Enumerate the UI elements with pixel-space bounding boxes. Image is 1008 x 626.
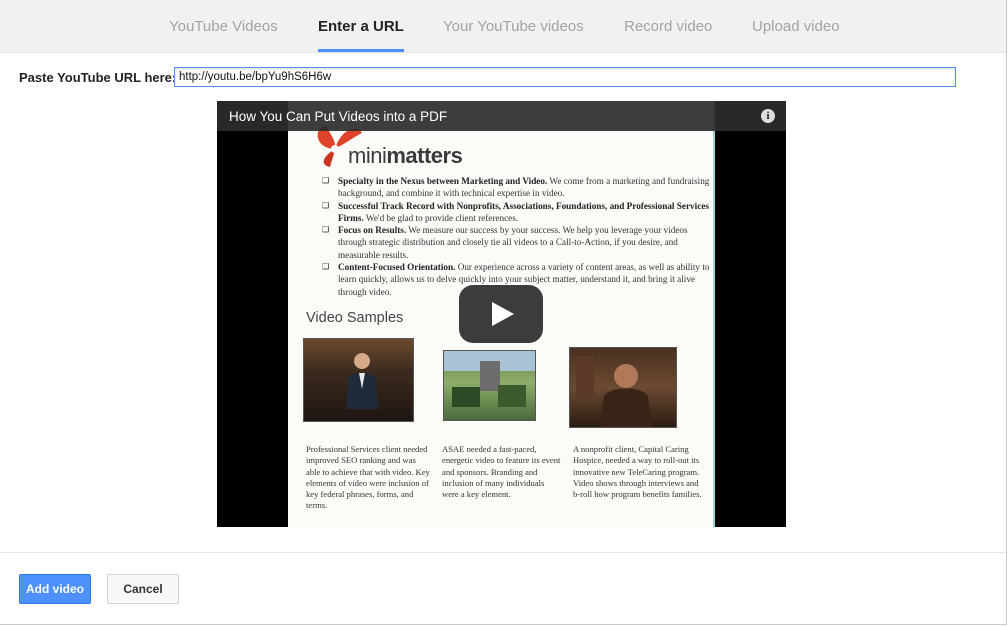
footer-divider (0, 552, 1006, 553)
list-item: Focus on Results. We measure our success… (322, 224, 712, 261)
video-title[interactable]: How You Can Put Videos into a PDF (229, 109, 447, 124)
presenter-figure (346, 353, 378, 409)
logo-wordmark: minimatters (348, 143, 463, 168)
page-edge (713, 101, 715, 527)
video-preview-player[interactable]: minimatters Specialty in the Nexus betwe… (217, 101, 786, 527)
video-title-bar: How You Can Put Videos into a PDF i (217, 101, 786, 131)
youtube-url-input[interactable] (174, 67, 956, 87)
sample-thumbnail-professional-services (303, 338, 414, 422)
sample-caption-3: A nonprofit client, Capital Caring Hospi… (573, 444, 702, 500)
cancel-button[interactable]: Cancel (107, 574, 179, 604)
sample-thumbnail-capital-caring (569, 347, 677, 428)
info-icon[interactable]: i (761, 109, 775, 123)
url-field-label: Paste YouTube URL here: (19, 70, 177, 85)
sample-caption-2: ASAE needed a fast-paced, energetic vide… (442, 444, 561, 500)
bullet-list: Specialty in the Nexus between Marketing… (322, 175, 712, 298)
list-item: Specialty in the Nexus between Marketing… (322, 175, 712, 200)
insert-video-dialog: YouTube Videos Enter a URL Your YouTube … (0, 0, 1007, 625)
tab-youtube-videos[interactable]: YouTube Videos (169, 0, 278, 52)
list-item: Successful Track Record with Nonprofits,… (322, 200, 712, 225)
interview-scene (576, 356, 652, 427)
sample-thumbnail-asae (443, 350, 536, 421)
tab-upload-video[interactable]: Upload video (752, 0, 840, 52)
building-scene (444, 351, 535, 407)
add-video-button[interactable]: Add video (19, 574, 91, 604)
tab-bar: YouTube Videos Enter a URL Your YouTube … (0, 0, 1006, 53)
tab-enter-a-url[interactable]: Enter a URL (318, 0, 404, 52)
tab-record-video[interactable]: Record video (624, 0, 712, 52)
sample-caption-1: Professional Services client needed impr… (306, 444, 430, 511)
play-button[interactable] (459, 285, 543, 343)
play-icon (492, 302, 514, 326)
tab-your-youtube-videos[interactable]: Your YouTube videos (443, 0, 584, 52)
video-samples-heading: Video Samples (306, 310, 404, 326)
